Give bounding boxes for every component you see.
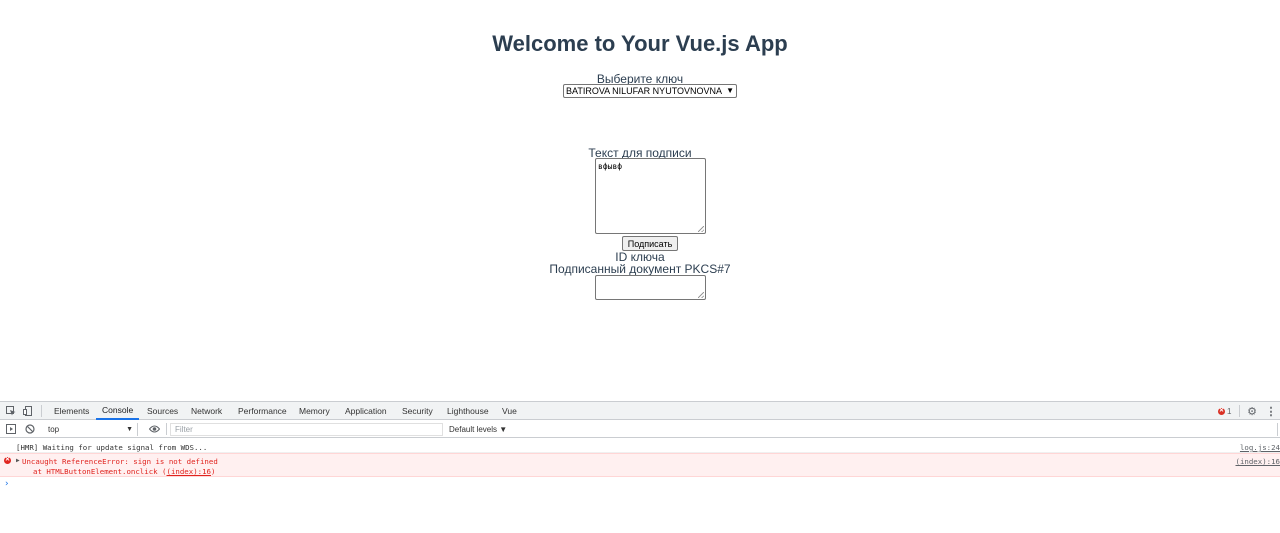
error-icon: ✕ (4, 457, 11, 464)
more-options-icon[interactable]: ⋮ (1265, 405, 1277, 418)
key-select-value: BATIROVA NILUFAR NYUTOVNOVNA (566, 86, 723, 96)
devtools-tabbar: Elements Console Sources Network Perform… (0, 402, 1280, 420)
error-counter[interactable]: ✕ 1 (1218, 402, 1231, 420)
filter-placeholder: Filter (175, 425, 193, 434)
context-value: top (48, 425, 60, 434)
stack-link[interactable]: (index):16 (167, 467, 212, 476)
signed-doc-output[interactable] (595, 275, 706, 300)
tabbar-separator (1239, 405, 1240, 417)
error-icon: ✕ (1218, 407, 1225, 415)
devtools-panel: Elements Console Sources Network Perform… (0, 401, 1280, 533)
context-select[interactable]: top ▼ (44, 423, 138, 436)
tab-lighthouse[interactable]: Lighthouse (447, 402, 489, 420)
console-toolbar: top ▼ Filter Default levels ▼ (0, 421, 1280, 438)
device-toolbar-icon[interactable] (22, 405, 34, 417)
tab-vue[interactable]: Vue (502, 402, 517, 420)
sidebar-toggle-icon[interactable] (5, 423, 17, 435)
toolbar-separator (1277, 423, 1278, 436)
resize-grip-icon[interactable] (698, 226, 704, 232)
clear-console-icon[interactable] (24, 423, 36, 435)
sign-button[interactable]: Подписать (622, 236, 678, 251)
tab-security[interactable]: Security (402, 402, 433, 420)
console-message-info: [HMR] Waiting for update signal from WDS… (0, 440, 1280, 453)
tabbar-separator (41, 405, 42, 417)
tab-performance[interactable]: Performance (238, 402, 287, 420)
stack-suffix: ) (211, 467, 216, 476)
source-link[interactable]: log.js:24 (1240, 443, 1280, 452)
eye-icon[interactable] (148, 423, 160, 435)
tab-sources[interactable]: Sources (147, 402, 178, 420)
gear-icon[interactable]: ⚙ (1246, 405, 1258, 418)
toolbar-separator (166, 423, 167, 435)
console-prompt-icon[interactable]: › (4, 479, 9, 489)
log-levels-select[interactable]: Default levels ▼ (449, 423, 507, 436)
tab-network[interactable]: Network (191, 402, 222, 420)
tab-console[interactable]: Console (96, 402, 140, 420)
dropdown-arrow-icon: ▼ (126, 426, 133, 433)
expand-arrow-icon[interactable]: ▶ (16, 457, 20, 464)
tab-application[interactable]: Application (345, 402, 387, 420)
resize-grip-icon[interactable] (698, 292, 704, 298)
console-message-error: ✕ ▶ Uncaught ReferenceError: sign is not… (0, 453, 1280, 477)
console-message-text: [HMR] Waiting for update signal from WDS… (16, 443, 208, 452)
tab-memory[interactable]: Memory (299, 402, 330, 420)
sign-text-value: вфывф (598, 162, 623, 171)
vue-app: Welcome to Your Vue.js App Выберите ключ… (0, 0, 1280, 401)
stack-prefix: at HTMLButtonElement.onclick ( (33, 467, 167, 476)
inspect-element-icon[interactable] (5, 405, 17, 417)
error-count: 1 (1227, 406, 1232, 416)
error-message-text: Uncaught ReferenceError: sign is not def… (22, 457, 218, 466)
chevron-down-icon: ▼ (726, 86, 734, 95)
filter-input[interactable]: Filter (170, 423, 443, 436)
key-select[interactable]: BATIROVA NILUFAR NYUTOVNOVNA ▼ (563, 84, 737, 98)
tab-elements[interactable]: Elements (54, 402, 89, 420)
source-link[interactable]: (index):16 (1236, 457, 1280, 466)
page-title: Welcome to Your Vue.js App (492, 31, 788, 56)
signed-doc-label: Подписанный документ PKCS#7 (549, 262, 731, 276)
sign-text-input[interactable]: вфывф (595, 158, 706, 234)
error-stack-trace: at HTMLButtonElement.onclick ((index):16… (33, 467, 215, 476)
